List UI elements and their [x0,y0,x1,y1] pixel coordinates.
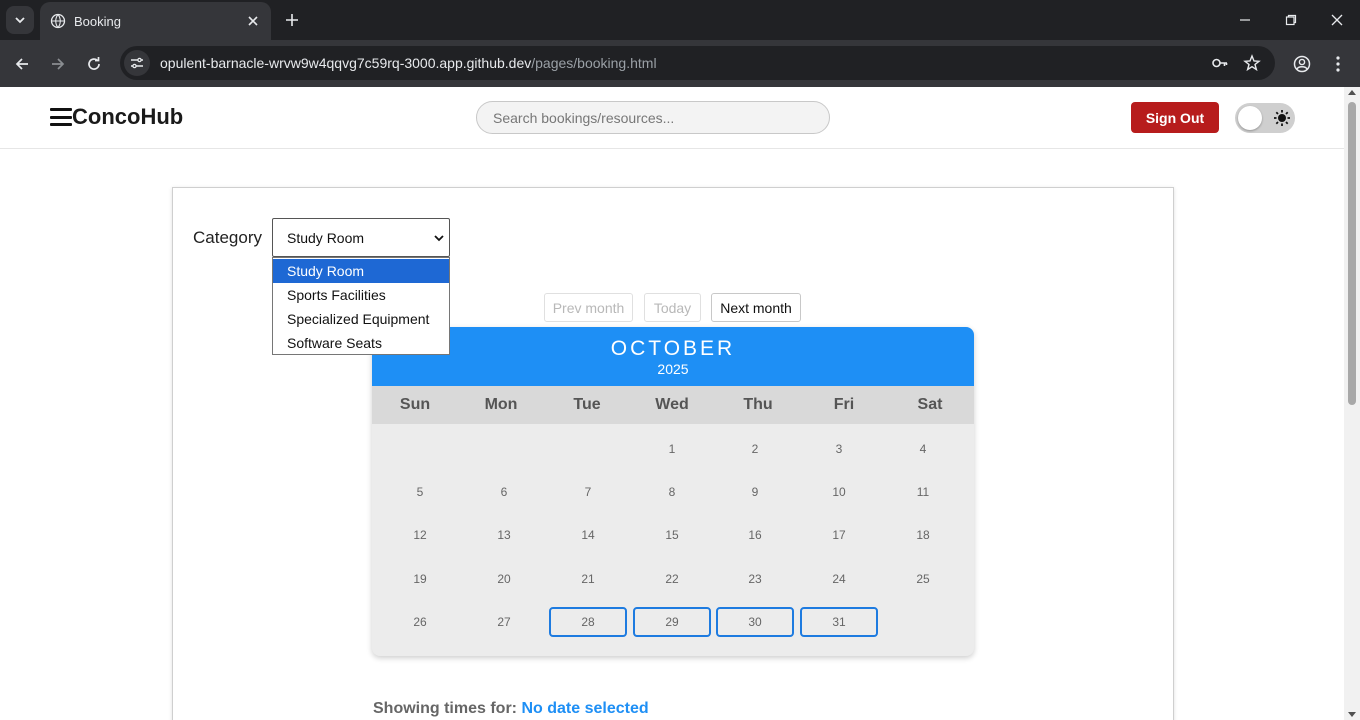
booking-card: Category Study Room Study Room Sports Fa… [172,187,1174,720]
selected-date-value: No date selected [521,700,649,717]
weekday-thu: Thu [743,396,773,413]
url-path: /pages/booking.html [531,55,657,71]
sun-icon [1274,110,1290,126]
calendar-day-26[interactable]: 26 [381,607,459,637]
calendar-month: OCTOBER [610,337,736,360]
minimize-icon[interactable] [1233,8,1257,32]
showing-label: Showing times for: [373,700,517,717]
calendar-day-7[interactable]: 7 [549,477,627,507]
calendar-day-12[interactable]: 12 [381,520,459,550]
search-input[interactable] [476,101,830,134]
calendar-day-8[interactable]: 8 [633,477,711,507]
category-option-software-seats[interactable]: Software Seats [273,331,449,355]
browser-toolbar: opulent-barnacle-wrvw9w4qqvg7c59rq-3000.… [0,40,1360,87]
sign-out-button[interactable]: Sign Out [1131,102,1219,133]
category-selected-value: Study Room [287,229,365,246]
calendar-year: 2025 [657,361,689,377]
chevron-down-icon [434,235,444,242]
weekday-tue: Tue [573,396,601,413]
browser-tab[interactable]: Booking [40,2,271,40]
calendar-day-13[interactable]: 13 [465,520,543,550]
calendar-day-29[interactable]: 29 [633,607,711,637]
url-text: opulent-barnacle-wrvw9w4qqvg7c59rq-3000.… [160,55,657,71]
calendar-day-10[interactable]: 10 [800,477,878,507]
chevron-down-icon [15,17,25,24]
calendar-day-19[interactable]: 19 [381,564,459,594]
calendar-header: OCTOBER 2025 [372,327,974,386]
tab-title: Booking [74,13,121,29]
scroll-thumb[interactable] [1348,102,1356,405]
site-info-icon[interactable] [124,50,150,76]
calendar-day-22[interactable]: 22 [633,564,711,594]
calendar-day-14[interactable]: 14 [549,520,627,550]
tab-search-button[interactable] [6,6,34,34]
browser-tab-bar: Booking [0,0,1360,40]
calendar-day-16[interactable]: 16 [716,520,794,550]
calendar-day-30[interactable]: 30 [716,607,794,637]
back-icon[interactable] [10,52,34,76]
calendar-day-23[interactable]: 23 [716,564,794,594]
calendar-day-17[interactable]: 17 [800,520,878,550]
tab-close-icon[interactable] [245,13,261,29]
weekday-row: Sun Mon Tue Wed Thu Fri Sat [372,386,974,424]
weekday-mon: Mon [484,396,518,413]
next-month-button[interactable]: Next month [711,293,801,322]
weekday-sun: Sun [399,396,431,413]
profile-icon[interactable] [1290,52,1314,76]
showing-times: Showing times for: No date selected [373,700,649,718]
calendar-day-1[interactable]: 1 [633,434,711,464]
toggle-knob [1238,106,1262,130]
category-select[interactable]: Study Room [272,218,450,257]
category-option-specialized-equipment[interactable]: Specialized Equipment [273,307,449,331]
calendar-day-28[interactable]: 28 [549,607,627,637]
scroll-up-arrow[interactable] [1348,90,1356,95]
calendar-day-25[interactable]: 25 [884,564,962,594]
calendar-day-11[interactable]: 11 [884,477,962,507]
more-menu-icon[interactable] [1326,52,1350,76]
calendar-day-15[interactable]: 15 [633,520,711,550]
brand-logo[interactable]: ConcoHub [72,104,183,130]
calendar: OCTOBER 2025 Sun Mon Tue Wed Thu Fri Sat 12345… [372,327,974,656]
calendar-day-5[interactable]: 5 [381,477,459,507]
prev-month-button[interactable]: Prev month [544,293,633,322]
globe-icon [50,13,66,29]
url-host: opulent-barnacle-wrvw9w4qqvg7c59rq-3000.… [160,55,532,71]
restore-icon[interactable] [1279,8,1303,32]
calendar-day-4[interactable]: 4 [884,434,962,464]
calendar-day-3[interactable]: 3 [800,434,878,464]
calendar-day-24[interactable]: 24 [800,564,878,594]
calendar-day-9[interactable]: 9 [716,477,794,507]
page-scrollbar[interactable] [1344,87,1360,720]
weekday-sat: Sat [917,396,943,413]
category-option-study-room[interactable]: Study Room [273,259,449,283]
new-tab-icon[interactable] [280,8,304,32]
calendar-day-20[interactable]: 20 [465,564,543,594]
calendar-day-31[interactable]: 31 [800,607,878,637]
site-header: ConcoHub Sign Out [0,87,1344,149]
today-button[interactable]: Today [644,293,701,322]
scroll-down-arrow[interactable] [1348,712,1356,717]
calendar-day-18[interactable]: 18 [884,520,962,550]
address-bar[interactable]: opulent-barnacle-wrvw9w4qqvg7c59rq-3000.… [120,46,1275,80]
category-dropdown: Study Room Sports Facilities Specialized… [272,257,450,355]
theme-toggle[interactable] [1235,103,1295,133]
forward-icon[interactable] [46,52,70,76]
calendar-day-21[interactable]: 21 [549,564,627,594]
weekday-wed: Wed [655,396,689,413]
password-key-icon[interactable] [1208,51,1232,75]
calendar-day-2[interactable]: 2 [716,434,794,464]
hamburger-menu-icon[interactable] [50,108,72,126]
calendar-day-27[interactable]: 27 [465,607,543,637]
page-content: ConcoHub Sign Out Category Study Room St… [0,87,1344,720]
bookmark-star-icon[interactable] [1240,51,1264,75]
weekday-fri: Fri [833,396,855,413]
category-label: Category [193,228,262,247]
close-window-icon[interactable] [1325,8,1349,32]
calendar-day-6[interactable]: 6 [465,477,543,507]
category-option-sports-facilities[interactable]: Sports Facilities [273,283,449,307]
reload-icon[interactable] [82,52,106,76]
